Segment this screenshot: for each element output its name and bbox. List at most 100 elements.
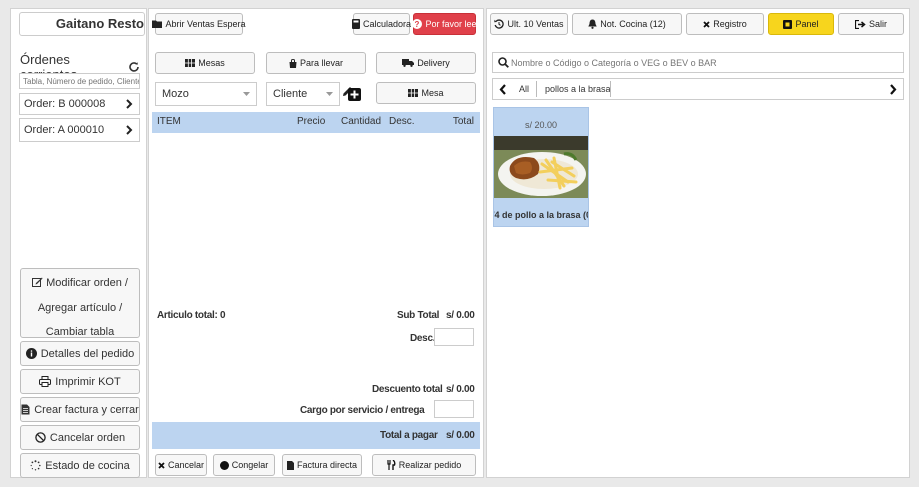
category-bar: All pollos a la brasa [492,78,904,100]
takeaway-button[interactable]: Para llevar [266,52,366,74]
print-kot-label: Imprimir KOT [55,375,121,388]
order-label: Order: B 000008 [24,98,106,110]
order-details-label: Detalles del pedido [40,347,135,360]
order-list-item[interactable]: Order: A 000010 [19,118,140,142]
modify-order-button[interactable]: Modificar orden / Agregar artículo / Cam… [20,268,140,338]
close-icon [703,20,710,28]
col-price: Precio [297,116,326,127]
product-price: s/ 20.00 [524,120,558,130]
total-pay-bar: Total a pagar s/ 0.00 [152,422,480,449]
delivery-button[interactable]: Delivery [376,52,476,74]
total-pay-label: Total a pagar [380,430,438,441]
direct-invoice-button[interactable]: Factura directa [282,454,362,476]
panel-button[interactable]: Panel [768,13,834,35]
product-search-box[interactable] [492,52,904,73]
chevron-left-icon[interactable] [499,84,507,95]
order-label: Order: A 000010 [24,124,105,136]
product-search-input[interactable] [511,55,897,70]
kitchen-status-label: Estado de cocina [45,459,130,472]
close-icon [158,461,165,469]
invoice-icon [286,460,294,470]
panel-label: Panel [795,19,819,29]
exit-button[interactable]: Salir [838,13,904,35]
kitchen-notes-button[interactable]: Not. Cocina (12) [572,13,682,35]
cancel-button[interactable]: Cancelar [155,454,207,476]
calculator-icon [351,19,360,29]
table-select-label: Mesa [421,88,444,98]
subtotal-value: s/ 0.00 [446,310,475,321]
shopping-bag-icon [289,58,297,68]
place-order-label: Realizar pedido [398,460,462,470]
info-icon [25,348,37,359]
history-icon [494,19,505,29]
open-sales-button[interactable]: Abrir Ventas Espera [152,13,246,35]
register-label: Registro [713,19,747,29]
order-table-header: ITEM Precio Cantidad Desc. Total [152,112,480,133]
chevron-right-icon[interactable] [889,84,897,95]
col-qty: Cantidad [341,116,382,127]
product-card[interactable]: s/ 20.00 1/4 de pollo a la brasa (00 [493,107,589,227]
service-charge-input[interactable] [434,400,474,418]
refresh-icon[interactable] [128,61,140,73]
exit-label: Salir [868,19,887,29]
total-discount-label: Descuento total [372,384,443,395]
calculator-button[interactable]: Calculadora [351,13,412,35]
category-tab-pollos[interactable]: pollos a la brasa [545,84,611,94]
col-disc: Desc. [389,116,415,127]
subtotal-label: Sub Total [397,310,440,321]
table-select-button[interactable]: Mesa [376,82,476,104]
ban-icon [35,432,46,443]
create-invoice-button[interactable]: Crear factura y cerrar [20,397,140,422]
caret-down-icon [243,92,250,96]
total-discount-value: s/ 0.00 [446,384,475,395]
place-order-button[interactable]: Realizar pedido [372,454,476,476]
chevron-right-icon [125,99,133,109]
print-kot-button[interactable]: Imprimir KOT [20,369,140,394]
table-grid-icon [185,59,196,67]
table-grid-icon [408,89,419,97]
kitchen-notes-label: Not. Cocina (12) [600,19,666,29]
tables-button[interactable]: Mesas [155,52,255,74]
printer-icon [39,376,52,387]
category-tab-all[interactable]: All [519,84,529,94]
kitchen-status-button[interactable]: Estado de cocina [20,453,140,478]
delivery-label: Delivery [417,58,450,68]
freeze-button[interactable]: Congelar [213,454,275,476]
direct-invoice-label: Factura directa [296,460,358,470]
product-name: 1/4 de pollo a la brasa (00 [494,210,588,220]
add-customer-icon[interactable] [348,88,361,101]
customer-select[interactable]: Cliente [266,82,340,106]
question-icon: ? [412,19,423,29]
waiter-select[interactable]: Mozo [155,82,257,106]
chevron-right-icon [125,125,133,135]
discount-input[interactable] [434,328,474,346]
sign-out-icon [854,19,866,29]
search-icon [498,57,509,68]
product-image [494,136,588,198]
last-sales-label: Ult. 10 Ventas [507,19,564,29]
caret-down-icon [326,92,333,96]
register-button[interactable]: Registro [686,13,764,35]
order-search-input[interactable] [19,73,140,89]
last-sales-button[interactable]: Ult. 10 Ventas [490,13,568,35]
total-pay-value: s/ 0.00 [446,430,475,441]
order-list-item[interactable]: Order: B 000008 [19,93,140,115]
open-sales-label: Abrir Ventas Espera [165,19,246,29]
cutlery-icon [387,460,396,470]
calculator-label: Calculadora [362,19,412,29]
dashboard-icon [783,19,793,29]
create-invoice-label: Crear factura y cerrar [34,403,139,416]
col-item: ITEM [157,116,181,127]
order-details-button[interactable]: Detalles del pedido [20,341,140,366]
cancel-order-button[interactable]: Cancelar orden [20,425,140,450]
col-total: Total [452,116,474,127]
edit-icon [32,272,43,296]
spinner-icon [30,460,41,471]
please-read-button[interactable]: ? Por favor lee [412,13,477,35]
category-divider [536,81,537,97]
article-total-label: Articulo total: 0 [157,310,226,321]
freeze-label: Congelar [231,460,269,470]
circle-icon [219,460,229,470]
service-charge-label: Cargo por servicio / entrega [300,405,425,416]
bell-icon [588,19,597,29]
